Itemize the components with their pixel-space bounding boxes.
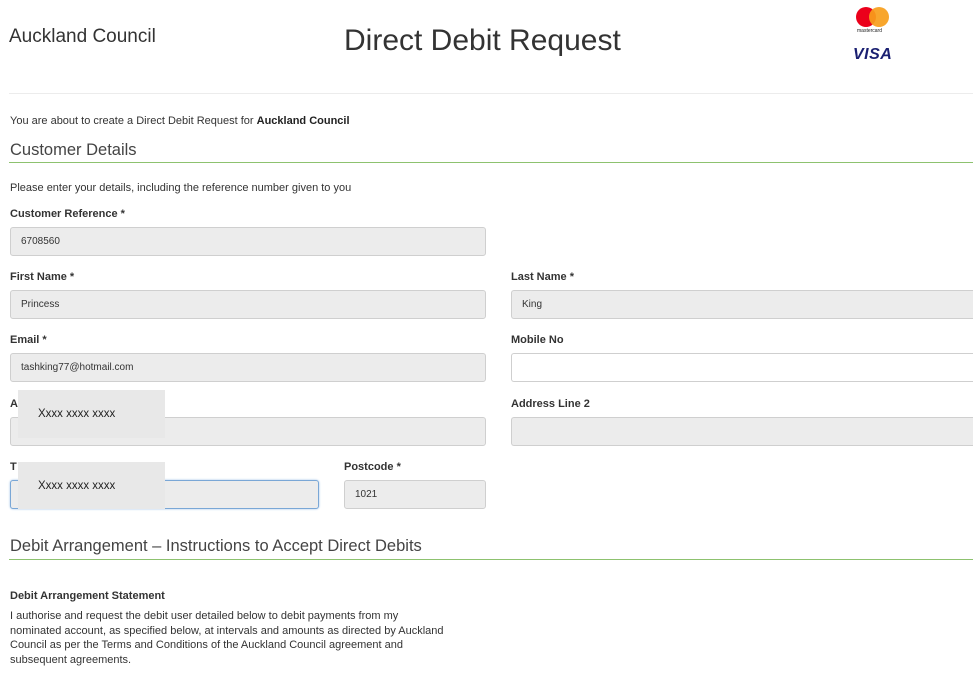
redaction-overlay: Xxxx xxxx xxxx [18,462,165,509]
header-divider [9,93,973,94]
mastercard-logo-icon [856,7,890,27]
address-line-2-input[interactable] [511,417,973,446]
customer-reference-input[interactable]: 6708560 [10,227,486,256]
customer-details-heading: Customer Details [10,141,137,159]
debit-arrangement-heading: Debit Arrangement – Instructions to Acce… [10,537,422,555]
statement-line: nominated account, as specified below, a… [10,624,444,637]
first-name-label: First Name * [10,271,75,283]
postcode-input[interactable]: 1021 [344,480,486,509]
intro-sentence: You are about to create a Direct Debit R… [10,115,257,127]
first-name-input[interactable]: Princess [10,290,486,319]
email-input[interactable]: tashking77@hotmail.com [10,353,486,382]
statement-line: subsequent agreements. [10,653,132,666]
debit-arrangement-divider [9,559,973,560]
intro-text: You are about to create a Direct Debit R… [10,115,350,127]
last-name-input[interactable]: King [511,290,973,319]
statement-line: I authorise and request the debit user d… [10,610,399,622]
town-label: T [10,461,17,473]
postcode-label: Postcode * [344,461,401,473]
mastercard-wordmark: mastercard [857,28,883,34]
customer-reference-label: Customer Reference * [10,208,125,220]
customer-details-divider [9,162,973,163]
intro-org-name: Auckland Council [256,115,350,127]
email-label: Email * [10,334,47,346]
redaction-overlay: Xxxx xxxx xxxx [18,390,165,438]
visa-logo-icon: VISA [853,46,893,63]
customer-details-instruction: Please enter your details, including the… [10,182,352,194]
statement-line: Council as per the Terms and Conditions … [10,639,403,651]
statement-title: Debit Arrangement Statement [10,590,165,602]
page-title: Direct Debit Request [344,24,621,57]
address-line-1-label: A [10,398,18,410]
organization-name: Auckland Council [9,26,156,47]
last-name-label: Last Name * [511,271,574,283]
address-line-2-label: Address Line 2 [511,398,590,410]
mobile-input[interactable] [511,353,973,382]
payment-logos: mastercard VISA [853,7,903,64]
mobile-label: Mobile No [511,334,564,346]
statement-text: I authorise and request the debit user d… [10,609,488,667]
